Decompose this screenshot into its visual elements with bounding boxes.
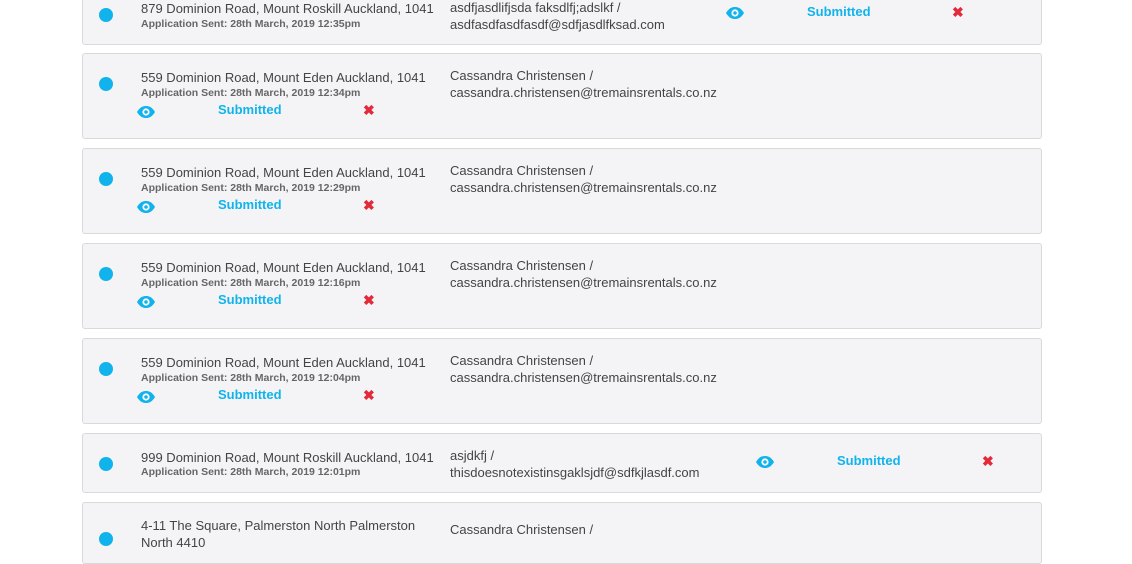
applicant-name: Cassandra Christensen / bbox=[450, 258, 594, 273]
status-dot bbox=[99, 267, 113, 281]
status-label: Submitted bbox=[837, 453, 901, 468]
application-card[interactable]: 879 Dominion Road, Mount Roskill Aucklan… bbox=[82, 0, 1042, 45]
applicant-contact: Cassandra Christensen / cassandra.christ… bbox=[450, 67, 717, 101]
status-dot bbox=[99, 362, 113, 376]
applicant-contact: Cassandra Christensen / bbox=[450, 521, 593, 538]
application-card[interactable]: 559 Dominion Road, Mount Eden Auckland, … bbox=[82, 53, 1042, 139]
applicant-name: Cassandra Christensen / bbox=[450, 353, 594, 368]
applicant-email: cassandra.christensen@tremainsrentals.co… bbox=[450, 180, 717, 195]
applicant-contact: Cassandra Christensen / cassandra.christ… bbox=[450, 257, 717, 291]
status-label: Submitted bbox=[807, 4, 871, 19]
application-card[interactable]: 559 Dominion Road, Mount Eden Auckland, … bbox=[82, 148, 1042, 234]
close-icon[interactable]: ✖ bbox=[982, 454, 994, 468]
close-icon[interactable]: ✖ bbox=[952, 5, 964, 19]
close-icon[interactable]: ✖ bbox=[363, 103, 375, 117]
applicant-name: Cassandra Christensen / bbox=[450, 68, 594, 83]
application-card[interactable]: 559 Dominion Road, Mount Eden Auckland, … bbox=[82, 338, 1042, 424]
status-label: Submitted bbox=[218, 102, 282, 117]
property-address-line1: 4-11 The Square, Palmerston North Palmer… bbox=[141, 518, 416, 533]
property-address-line2: North 4410 bbox=[141, 535, 206, 550]
applicant-email: cassandra.christensen@tremainsrentals.co… bbox=[450, 85, 717, 100]
applicant-contact: asdfjasdlifjsda faksdlfj;adslkf / asdfas… bbox=[450, 0, 665, 33]
application-sent-date: Application Sent: 28th March, 2019 12:01… bbox=[141, 466, 361, 478]
applicant-email: asdfasdfasdfasdf@sdfjasdlfksad.com bbox=[450, 17, 665, 32]
applicant-name: asjdkfj / bbox=[450, 448, 495, 463]
applicant-name: asdfjasdlifjsda faksdlfj;adslkf / bbox=[450, 0, 621, 15]
application-sent-date: Application Sent: 28th March, 2019 12:29… bbox=[141, 182, 361, 194]
property-address: 559 Dominion Road, Mount Eden Auckland, … bbox=[141, 165, 426, 180]
application-card[interactable]: 559 Dominion Road, Mount Eden Auckland, … bbox=[82, 243, 1042, 329]
application-sent-date: Application Sent: 28th March, 2019 12:35… bbox=[141, 18, 361, 30]
status-dot bbox=[99, 8, 113, 22]
applicant-contact: Cassandra Christensen / cassandra.christ… bbox=[450, 162, 717, 196]
status-dot bbox=[99, 532, 113, 546]
property-address: 879 Dominion Road, Mount Roskill Aucklan… bbox=[141, 1, 434, 16]
application-sent-date: Application Sent: 28th March, 2019 12:04… bbox=[141, 372, 361, 384]
application-sent-date: Application Sent: 28th March, 2019 12:34… bbox=[141, 87, 361, 99]
close-icon[interactable]: ✖ bbox=[363, 388, 375, 402]
status-dot bbox=[99, 172, 113, 186]
property-address: 559 Dominion Road, Mount Eden Auckland, … bbox=[141, 355, 426, 370]
eye-icon[interactable] bbox=[136, 295, 156, 309]
close-icon[interactable]: ✖ bbox=[363, 293, 375, 307]
applicant-contact: Cassandra Christensen / cassandra.christ… bbox=[450, 352, 717, 386]
application-card[interactable]: 999 Dominion Road, Mount Roskill Aucklan… bbox=[82, 433, 1042, 493]
application-sent-date: Application Sent: 28th March, 2019 12:16… bbox=[141, 277, 361, 289]
status-label: Submitted bbox=[218, 387, 282, 402]
applicant-contact: asjdkfj / thisdoesnotexistinsgaklsjdf@sd… bbox=[450, 447, 699, 481]
close-icon[interactable]: ✖ bbox=[363, 198, 375, 212]
property-address: 999 Dominion Road, Mount Roskill Aucklan… bbox=[141, 450, 434, 465]
eye-icon[interactable] bbox=[725, 6, 745, 20]
applicant-email: cassandra.christensen@tremainsrentals.co… bbox=[450, 370, 717, 385]
applications-list: 879 Dominion Road, Mount Roskill Aucklan… bbox=[82, 0, 1042, 564]
property-address: 4-11 The Square, Palmerston North Palmer… bbox=[141, 517, 415, 551]
applicant-email: cassandra.christensen@tremainsrentals.co… bbox=[450, 275, 717, 290]
status-dot bbox=[99, 77, 113, 91]
applicant-name: Cassandra Christensen / bbox=[450, 163, 594, 178]
applicant-email: thisdoesnotexistinsgaklsjdf@sdfkjlasdf.c… bbox=[450, 465, 700, 480]
eye-icon[interactable] bbox=[136, 390, 156, 404]
eye-icon[interactable] bbox=[755, 455, 775, 469]
application-card[interactable]: 4-11 The Square, Palmerston North Palmer… bbox=[82, 502, 1042, 564]
eye-icon[interactable] bbox=[136, 200, 156, 214]
status-label: Submitted bbox=[218, 197, 282, 212]
property-address: 559 Dominion Road, Mount Eden Auckland, … bbox=[141, 260, 426, 275]
eye-icon[interactable] bbox=[136, 105, 156, 119]
applicant-name: Cassandra Christensen / bbox=[450, 522, 594, 537]
status-label: Submitted bbox=[218, 292, 282, 307]
property-address: 559 Dominion Road, Mount Eden Auckland, … bbox=[141, 70, 426, 85]
status-dot bbox=[99, 457, 113, 471]
